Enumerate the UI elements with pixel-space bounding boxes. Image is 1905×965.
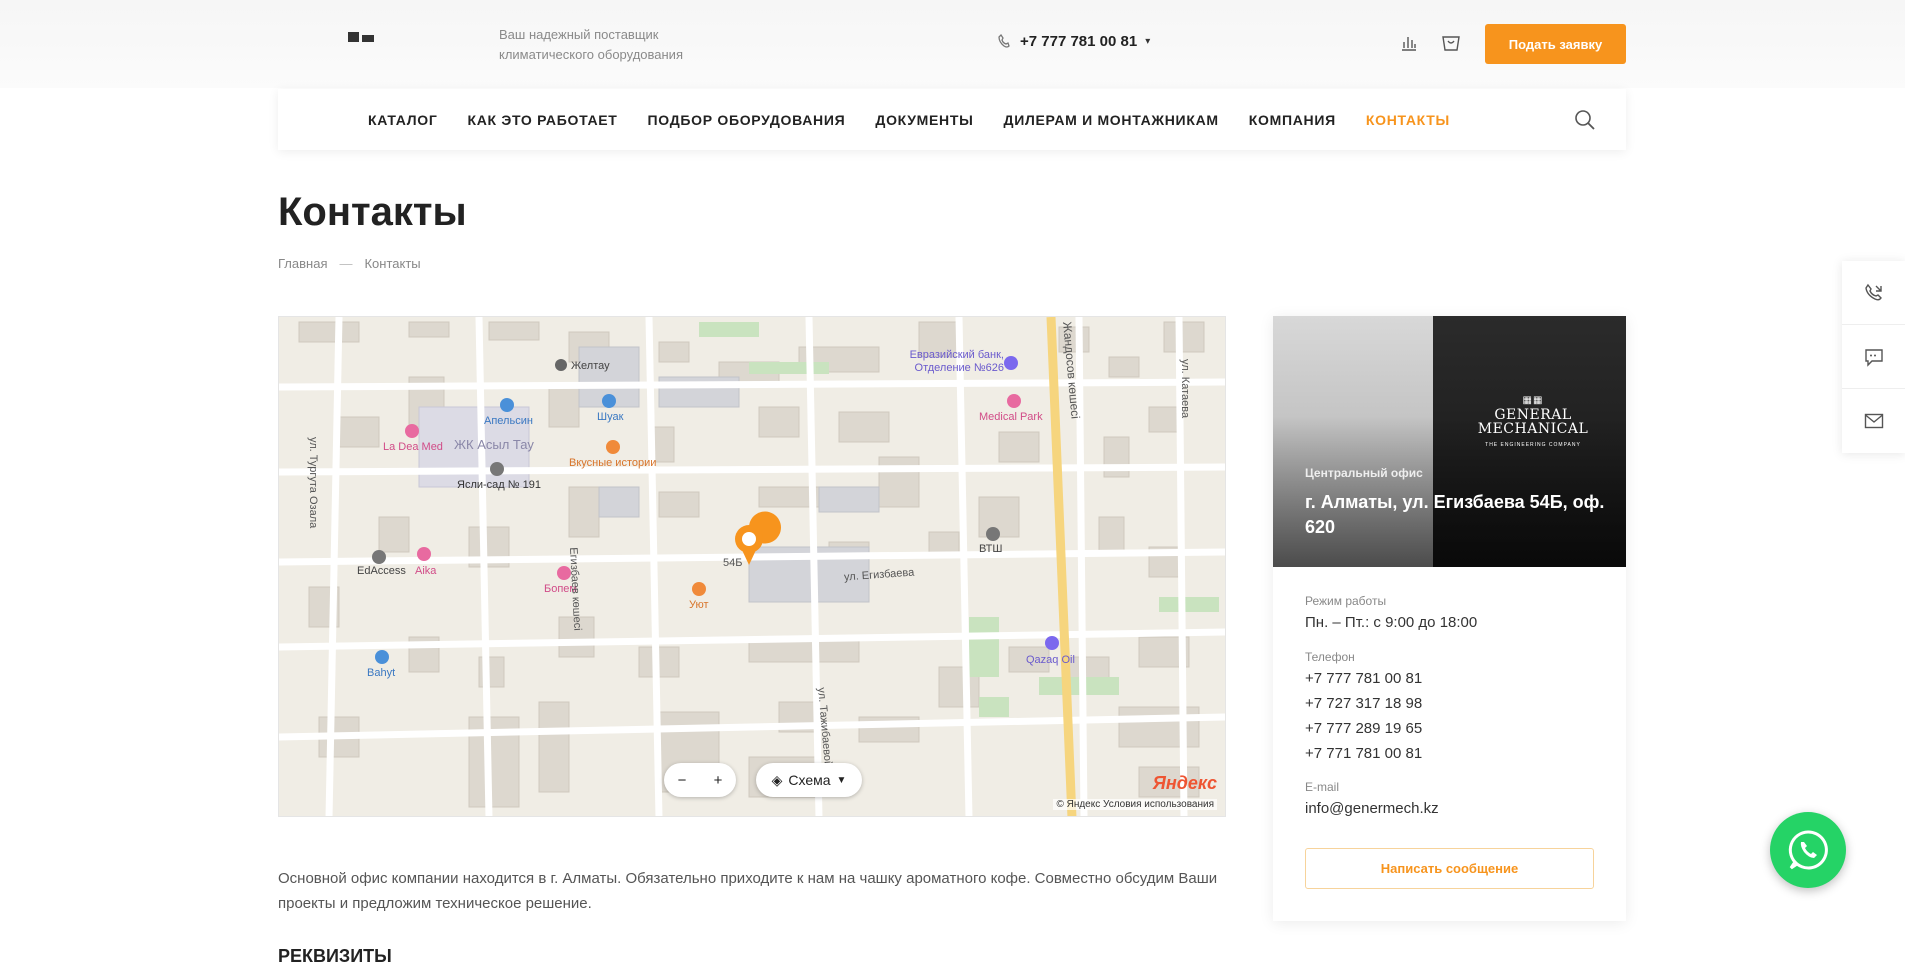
nav-item-company[interactable]: КОМПАНИЯ bbox=[1249, 112, 1336, 128]
map-poi-medpark[interactable]: Medical Park bbox=[979, 411, 1043, 423]
layers-icon: ◈ bbox=[771, 771, 783, 788]
logo[interactable] bbox=[348, 32, 378, 44]
chevron-down-icon[interactable]: ▾ bbox=[1145, 36, 1150, 47]
zoom-in-button[interactable]: + bbox=[714, 772, 723, 789]
map-zoom-control: − + bbox=[664, 763, 736, 797]
phone-link-3[interactable]: +7 777 289 19 65 bbox=[1305, 720, 1422, 737]
header-phone-number: +7 777 781 00 81 bbox=[1020, 33, 1138, 50]
phone-link-2[interactable]: +7 727 317 18 98 bbox=[1305, 695, 1422, 712]
map-copyright[interactable]: © Яндекс Условия использования bbox=[1053, 799, 1217, 810]
map-street-turguta: ул. Тургута Озала bbox=[307, 437, 319, 529]
email-link[interactable]: info@genermech.kz bbox=[1305, 800, 1439, 817]
breadcrumb-separator: — bbox=[339, 256, 353, 271]
whatsapp-button[interactable] bbox=[1770, 812, 1846, 888]
whatsapp-icon bbox=[1788, 830, 1828, 870]
main-nav: КАТАЛОГ КАК ЭТО РАБОТАЕТ ПОДБОР ОБОРУДОВ… bbox=[278, 89, 1626, 150]
office-photo: ▦▦ GENERAL MECHANICAL THE ENGINEERING CO… bbox=[1273, 316, 1626, 567]
map-poi-bahyt[interactable]: Bahyt bbox=[367, 667, 395, 679]
hours-value: Пн. – Пт.: с 9:00 до 18:00 bbox=[1305, 614, 1478, 631]
map-poi-edaccess[interactable]: EdAccess bbox=[357, 565, 406, 577]
header-phone[interactable]: +7 777 781 00 81 ▾ bbox=[998, 33, 1150, 50]
nav-item-documents[interactable]: ДОКУМЕНТЫ bbox=[875, 112, 973, 128]
nav-item-catalog[interactable]: КАТАЛОГ bbox=[368, 112, 437, 128]
nav-item-dealers[interactable]: ДИЛЕРАМ И МОНТАЖНИКАМ bbox=[1004, 112, 1219, 128]
page-title: Контакты bbox=[278, 190, 467, 234]
compare-icon[interactable] bbox=[1398, 32, 1420, 54]
chat-icon[interactable] bbox=[1842, 325, 1905, 389]
hours-label: Режим работы bbox=[1305, 594, 1387, 608]
write-message-button[interactable]: Написать сообщение bbox=[1305, 848, 1594, 889]
yandex-logo[interactable]: Яндекс bbox=[1153, 773, 1217, 794]
top-bar: Ваш надежный поставщик климатического об… bbox=[0, 0, 1905, 88]
map-poi-ladea[interactable]: La Dea Med bbox=[383, 441, 443, 453]
phone-icon bbox=[998, 33, 1012, 50]
map-poi-aika[interactable]: Aika bbox=[415, 565, 436, 577]
callback-icon[interactable] bbox=[1842, 261, 1905, 325]
mail-icon[interactable] bbox=[1842, 389, 1905, 453]
office-card: ▦▦ GENERAL MECHANICAL THE ENGINEERING CO… bbox=[1273, 316, 1626, 921]
map-building-54b: 54Б bbox=[723, 557, 743, 569]
map-layer-label: Схема bbox=[788, 772, 831, 788]
map-poi-apelsin[interactable]: Апельсин bbox=[484, 415, 533, 427]
map-street-katayeva: ул. Катаева bbox=[1179, 359, 1191, 419]
breadcrumb: Главная — Контакты bbox=[278, 256, 421, 271]
breadcrumb-home[interactable]: Главная bbox=[278, 256, 327, 271]
cart-icon[interactable] bbox=[1440, 32, 1462, 54]
email-label: E-mail bbox=[1305, 780, 1340, 794]
brand-mark-icon: ▦▦ bbox=[1522, 395, 1544, 406]
map-poi-vtsh[interactable]: ВТШ bbox=[979, 543, 1002, 555]
map-poi-zheltau[interactable]: Желтау bbox=[571, 360, 610, 372]
chevron-down-icon: ▼ bbox=[836, 774, 847, 786]
tagline: Ваш надежный поставщик климатического об… bbox=[499, 27, 683, 62]
nav-item-contacts[interactable]: КОНТАКТЫ bbox=[1366, 112, 1450, 128]
map-poi-evraz[interactable]: Евразийский банк, Отделение №626 bbox=[909, 349, 1004, 375]
map-poi-vkusnye[interactable]: Вкусные истории bbox=[569, 457, 656, 469]
brand-logo: ▦▦ GENERAL MECHANICAL THE ENGINEERING CO… bbox=[1473, 394, 1593, 452]
map-poi-qazaq[interactable]: Qazaq Oil bbox=[1026, 654, 1075, 666]
office-address: г. Алматы, ул. Егизбаева 54Б, оф. 620 bbox=[1305, 492, 1605, 537]
search-icon[interactable] bbox=[1574, 109, 1596, 131]
nav-item-how-it-works[interactable]: КАК ЭТО РАБОТАЕТ bbox=[467, 112, 617, 128]
requisites-heading: РЕКВИЗИТЫ bbox=[278, 946, 392, 965]
breadcrumb-current: Контакты bbox=[364, 256, 421, 271]
submit-request-button[interactable]: Подать заявку bbox=[1485, 24, 1626, 64]
phone-link-1[interactable]: +7 777 781 00 81 bbox=[1305, 670, 1422, 687]
yandex-map[interactable]: ЖК Асыл Тау Ясли-сад № 191 Апельсин Шуак… bbox=[278, 316, 1226, 817]
about-text: Основной офис компании находится в г. Ал… bbox=[278, 870, 1218, 912]
map-label-yasli: Ясли-сад № 191 bbox=[457, 479, 541, 491]
map-poi-uyut[interactable]: Уют bbox=[689, 599, 709, 611]
phone-link-4[interactable]: +7 771 781 00 81 bbox=[1305, 745, 1422, 762]
side-contact-bar bbox=[1842, 261, 1905, 453]
office-label: Центральный офис bbox=[1305, 466, 1423, 480]
zoom-out-button[interactable]: − bbox=[678, 772, 687, 789]
map-poi-shuak[interactable]: Шуак bbox=[597, 411, 623, 423]
phone-label: Телефон bbox=[1305, 650, 1355, 664]
nav-item-equipment-selection[interactable]: ПОДБОР ОБОРУДОВАНИЯ bbox=[648, 112, 846, 128]
map-label-zhk: ЖК Асыл Тау bbox=[454, 437, 534, 452]
map-layer-selector[interactable]: ◈ Схема ▼ bbox=[756, 763, 862, 797]
